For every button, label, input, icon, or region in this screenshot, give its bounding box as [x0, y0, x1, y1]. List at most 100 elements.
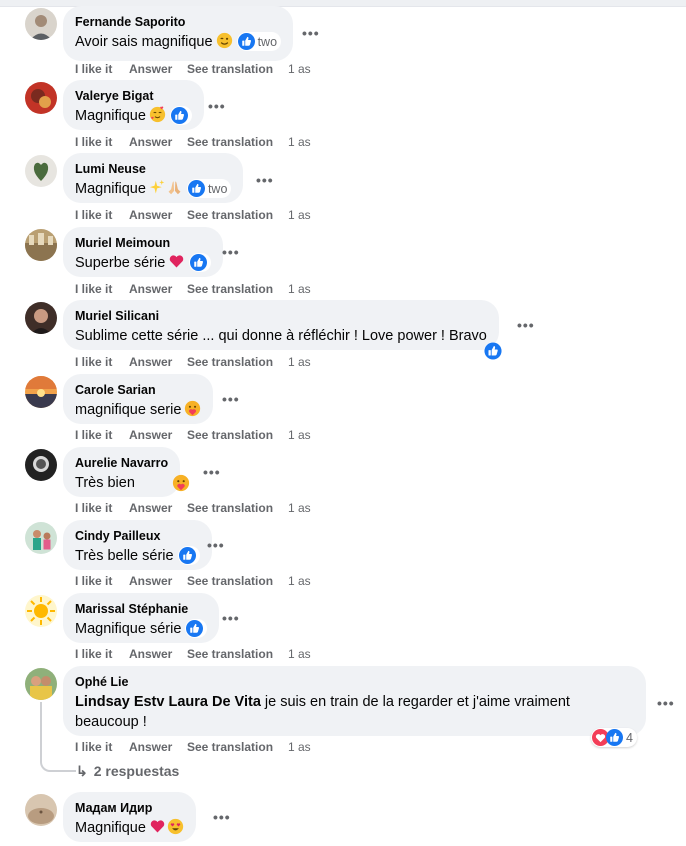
avatar[interactable]	[25, 668, 57, 700]
more-options-icon[interactable]: •••	[222, 245, 240, 259]
avatar[interactable]	[25, 794, 57, 826]
more-options-icon[interactable]: •••	[203, 465, 221, 479]
like-thumb-icon	[606, 729, 623, 746]
reply-action-link[interactable]: Answer	[129, 135, 172, 149]
more-options-icon[interactable]: •••	[517, 318, 535, 332]
translate-action-link[interactable]: See translation	[187, 282, 273, 296]
avatar[interactable]	[25, 522, 57, 554]
translate-action-link[interactable]: See translation	[187, 208, 273, 222]
like-action-link[interactable]: I like it	[75, 208, 112, 222]
red-heart-emoji-icon	[149, 818, 166, 835]
comment-author[interactable]: Muriel Silicani	[75, 308, 487, 324]
reaction-count-button[interactable]	[169, 106, 192, 125]
like-thumb-icon	[190, 254, 208, 271]
comment-bubble: Marissal Stéphanie Magnifique série	[63, 593, 220, 643]
comment-author[interactable]: Lumi Neuse	[75, 161, 231, 177]
reaction-count-button[interactable]	[185, 619, 208, 638]
like-action-link[interactable]: I like it	[75, 135, 112, 149]
more-options-icon[interactable]: •••	[222, 392, 240, 406]
translate-action-link[interactable]: See translation	[187, 355, 273, 369]
more-options-icon[interactable]: •••	[207, 538, 225, 552]
comment-bubble: Cindy Pailleux Très belle série	[63, 520, 212, 570]
comment-text: Magnifique	[75, 818, 184, 838]
comment-author[interactable]: Мадам Идир	[75, 800, 184, 816]
avatar[interactable]	[25, 595, 57, 627]
translate-action-link[interactable]: See translation	[187, 135, 273, 149]
avatar[interactable]	[25, 449, 57, 481]
reply-action-link[interactable]: Answer	[129, 574, 172, 588]
reply-action-link[interactable]: Answer	[129, 647, 172, 661]
avatar[interactable]	[25, 155, 57, 187]
translate-action-link[interactable]: See translation	[187, 62, 273, 76]
more-options-icon[interactable]: •••	[657, 696, 675, 710]
reply-action-link[interactable]: Answer	[129, 501, 172, 515]
translate-action-link[interactable]: See translation	[187, 574, 273, 588]
more-options-icon[interactable]: •••	[302, 26, 320, 40]
like-action-link[interactable]: I like it	[75, 740, 112, 754]
smiling-face-hearts-emoji-icon	[149, 106, 166, 123]
like-action-link[interactable]: I like it	[75, 647, 112, 661]
like-thumb-icon	[484, 342, 502, 360]
comment-timestamp[interactable]: 1 as	[288, 135, 311, 149]
like-action-link[interactable]: I like it	[75, 355, 112, 369]
reply-action-link[interactable]: Answer	[129, 355, 172, 369]
comment-timestamp[interactable]: 1 as	[288, 428, 311, 442]
view-replies-link[interactable]: ↳ 2 respuestas	[76, 763, 179, 780]
avatar[interactable]	[25, 8, 57, 40]
reaction-count-button[interactable]	[189, 253, 212, 272]
like-action-link[interactable]: I like it	[75, 62, 112, 76]
like-action-link[interactable]: I like it	[75, 574, 112, 588]
comment-timestamp[interactable]: 1 as	[288, 647, 311, 661]
reply-action-link[interactable]: Answer	[129, 62, 172, 76]
comment-timestamp[interactable]: 1 as	[288, 355, 311, 369]
comment-author[interactable]: Valerye Bigat	[75, 88, 192, 104]
comment-author[interactable]: Carole Sarian	[75, 382, 201, 398]
reaction-count-button[interactable]: two	[236, 32, 282, 51]
comment-text: Lindsay Estv Laura De Vita je suis en tr…	[75, 694, 570, 730]
comment-author[interactable]: Cindy Pailleux	[75, 528, 200, 544]
like-thumb-icon	[237, 33, 255, 50]
avatar[interactable]	[25, 229, 57, 261]
comment-bubble: Мадам Идир Magnifique	[63, 792, 196, 842]
red-heart-emoji-icon	[168, 253, 185, 270]
like-action-link[interactable]: I like it	[75, 501, 112, 515]
reaction-count-button[interactable]	[177, 546, 200, 565]
more-options-icon[interactable]: •••	[213, 810, 231, 824]
reply-action-link[interactable]: Answer	[129, 740, 172, 754]
comment-timestamp[interactable]: 1 as	[288, 740, 311, 754]
comment-author[interactable]: Aurelie Navarro	[75, 455, 168, 471]
comment-author[interactable]: Fernande Saporito	[75, 14, 281, 30]
like-action-link[interactable]: I like it	[75, 428, 112, 442]
reply-action-link[interactable]: Answer	[129, 428, 172, 442]
comment-text: Magnifique	[75, 106, 192, 126]
like-thumb-icon	[178, 547, 196, 564]
comment-author[interactable]: Muriel Meimoun	[75, 235, 211, 251]
translate-action-link[interactable]: See translation	[187, 647, 273, 661]
more-options-icon[interactable]: •••	[256, 173, 274, 187]
comment-timestamp[interactable]: 1 as	[288, 62, 311, 76]
translate-action-link[interactable]: See translation	[187, 428, 273, 442]
comment-text: Magnifique série	[75, 619, 208, 639]
comment-timestamp[interactable]: 1 as	[288, 208, 311, 222]
reaction-count-button[interactable]: 4	[591, 728, 637, 747]
more-options-icon[interactable]: •••	[208, 99, 226, 113]
more-options-icon[interactable]: •••	[222, 611, 240, 625]
reaction-count-button[interactable]: two	[186, 179, 232, 198]
comment-timestamp[interactable]: 1 as	[288, 574, 311, 588]
avatar[interactable]	[25, 82, 57, 114]
like-action-link[interactable]: I like it	[75, 282, 112, 296]
avatar[interactable]	[25, 302, 57, 334]
comment-bubble: Aurelie Navarro Très bien	[63, 447, 181, 497]
translate-action-link[interactable]: See translation	[187, 501, 273, 515]
reply-action-link[interactable]: Answer	[129, 282, 172, 296]
tagged-user-link[interactable]: Lindsay Estv Laura De Vita	[75, 694, 261, 710]
comment-timestamp[interactable]: 1 as	[288, 282, 311, 296]
reply-action-link[interactable]: Answer	[129, 208, 172, 222]
comment-author[interactable]: Ophé Lie	[75, 674, 634, 690]
comment-author[interactable]: Marissal Stéphanie	[75, 601, 207, 617]
avatar[interactable]	[25, 376, 57, 408]
comment-bubble: Muriel Silicani Sublime cette série ... …	[63, 300, 499, 350]
reaction-count-button[interactable]	[484, 342, 502, 360]
translate-action-link[interactable]: See translation	[187, 740, 273, 754]
comment-timestamp[interactable]: 1 as	[288, 501, 311, 515]
